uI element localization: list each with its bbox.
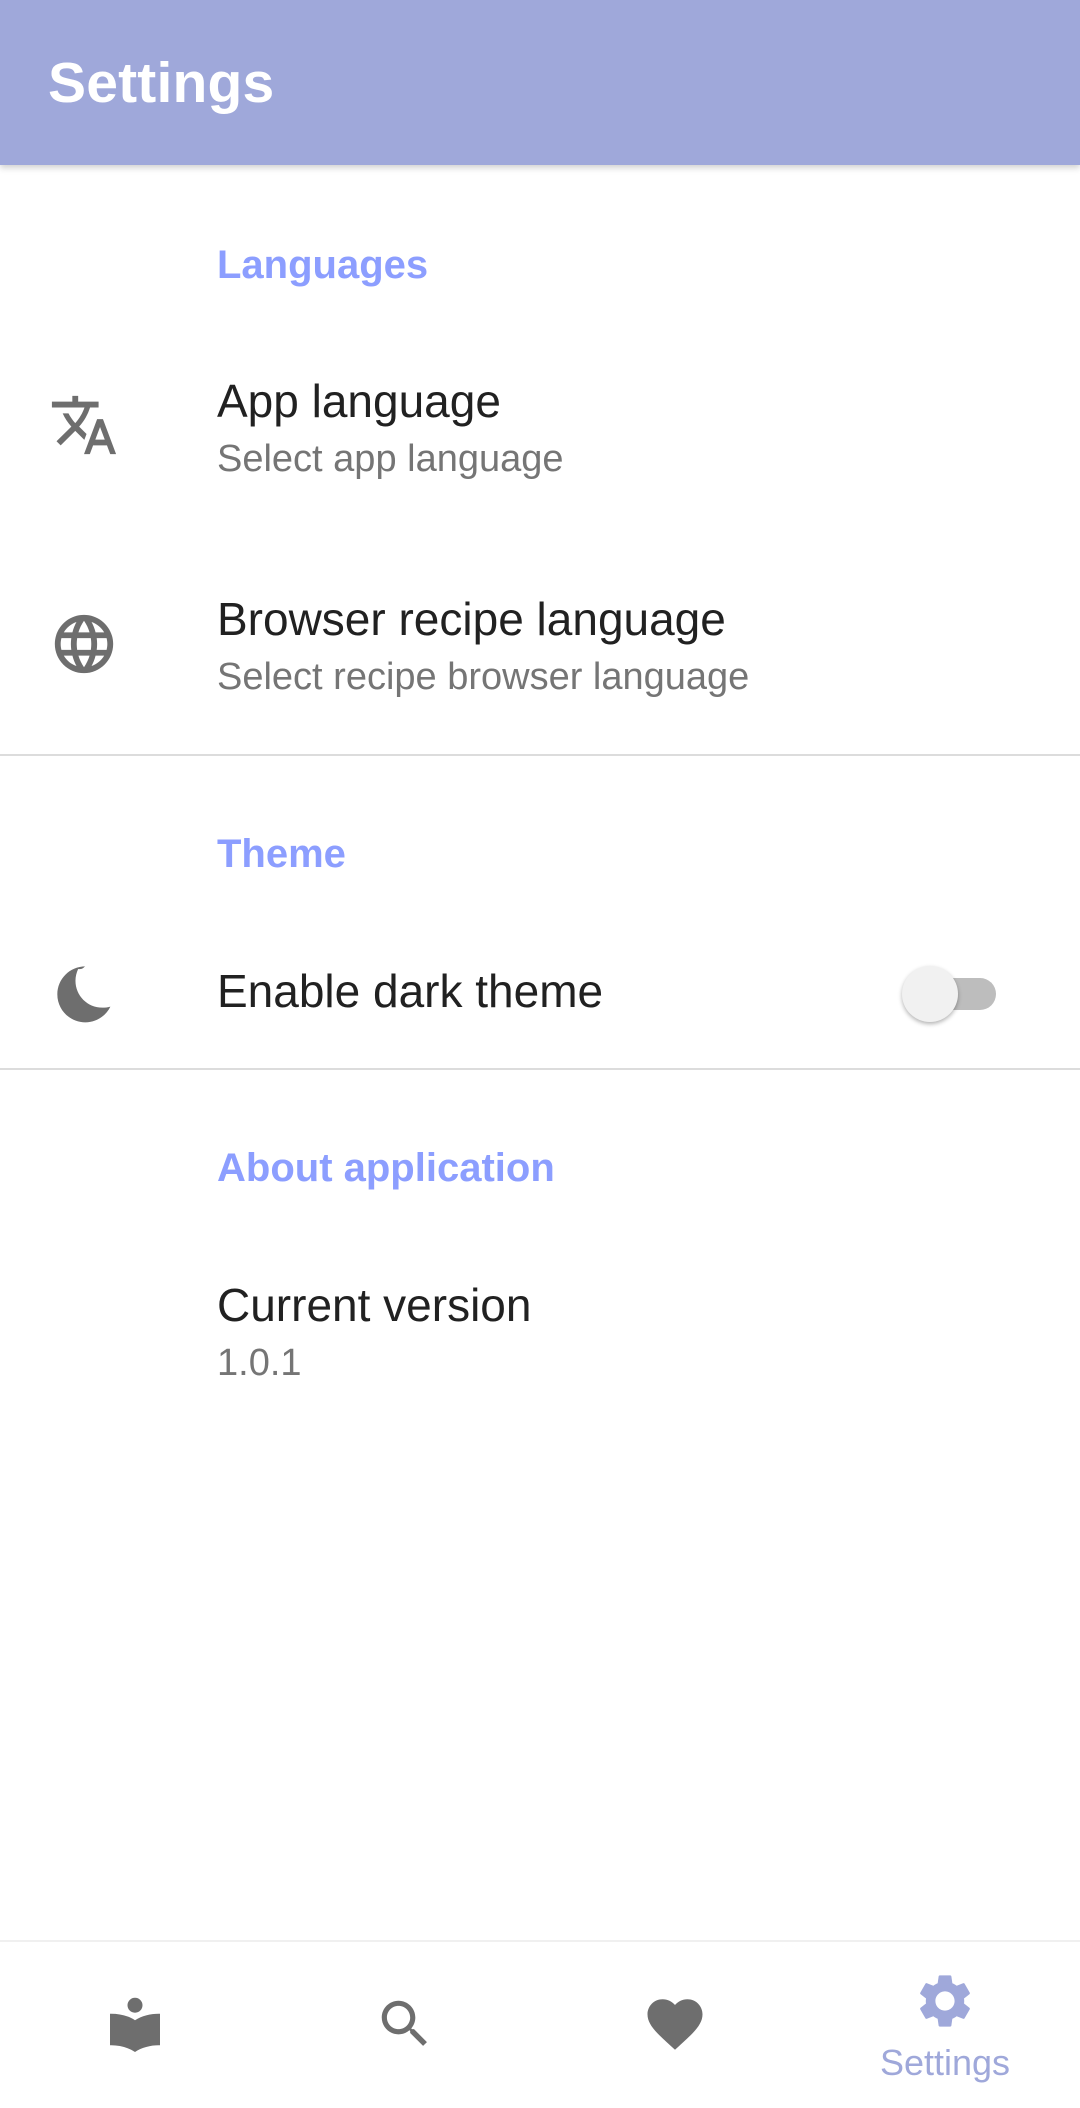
browser-language-summary: Select recipe browser language bbox=[217, 656, 750, 698]
section-header-languages: Languages bbox=[217, 243, 429, 287]
nav-item-favorites[interactable] bbox=[540, 1942, 810, 2108]
version-pref: Current version 1.0.1 bbox=[0, 1260, 1080, 1410]
moon-icon bbox=[48, 957, 120, 1029]
divider bbox=[0, 1068, 1080, 1070]
search-icon bbox=[374, 1993, 436, 2060]
app-bar: Settings bbox=[0, 0, 1080, 165]
settings-screen: Settings Languages App language Select a… bbox=[0, 0, 1080, 2108]
app-language-pref[interactable]: App language Select app language bbox=[0, 360, 1080, 560]
app-language-title: App language bbox=[217, 375, 501, 427]
version-value: 1.0.1 bbox=[217, 1342, 302, 1384]
dark-theme-switch[interactable] bbox=[898, 963, 1002, 1023]
translate-icon bbox=[48, 389, 120, 461]
gear-icon bbox=[913, 1969, 977, 2038]
section-header-about: About application bbox=[217, 1146, 555, 1190]
heart-icon bbox=[642, 1991, 708, 2062]
switch-thumb bbox=[902, 966, 958, 1022]
nav-item-search[interactable] bbox=[270, 1942, 540, 2108]
browser-language-pref[interactable]: Browser recipe language Select recipe br… bbox=[0, 578, 1080, 756]
divider bbox=[0, 754, 1080, 756]
nav-label-settings: Settings bbox=[879, 2041, 1011, 2083]
nav-item-settings[interactable]: Settings bbox=[810, 1942, 1080, 2108]
nav-item-recipes[interactable] bbox=[0, 1942, 270, 2108]
globe-icon bbox=[48, 608, 120, 680]
recipe-book-icon bbox=[105, 1994, 165, 2059]
bottom-nav: Settings bbox=[0, 1940, 1080, 2108]
app-language-summary: Select app language bbox=[217, 438, 564, 480]
section-header-theme: Theme bbox=[217, 832, 346, 876]
dark-theme-title: Enable dark theme bbox=[217, 965, 604, 1017]
version-title: Current version bbox=[217, 1279, 532, 1331]
page-title: Settings bbox=[48, 51, 275, 115]
browser-language-title: Browser recipe language bbox=[217, 593, 726, 645]
